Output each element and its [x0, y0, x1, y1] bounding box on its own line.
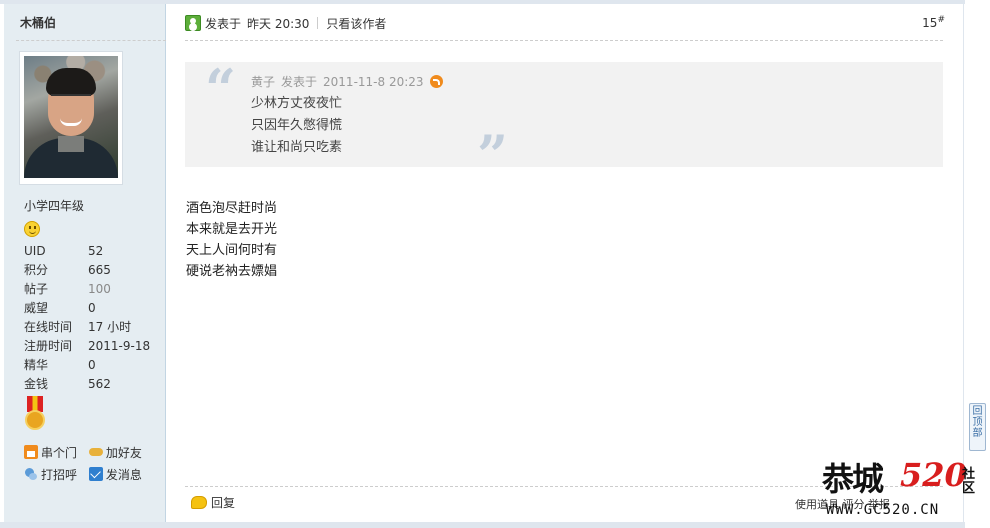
stat-row: 威望 0 — [24, 299, 150, 318]
stat-row: 在线时间 17 小时 — [24, 318, 150, 337]
action-label: 加好友 — [105, 445, 142, 460]
stat-value: 0 — [88, 301, 96, 315]
quote-meta: 黄子 发表于 2011-11-8 20:23 — [251, 73, 449, 90]
quote-block: “ 黄子 发表于 2011-11-8 20:23 少林方丈夜夜忙 只因年久憋得慌… — [185, 57, 943, 182]
watermark-number: 520 — [900, 456, 967, 494]
stat-label: 金钱 — [24, 377, 49, 391]
watermark-suffix: 社区 — [962, 467, 976, 496]
open-quote-icon: “ — [205, 57, 237, 121]
avatar[interactable] — [19, 51, 123, 185]
poke-icon — [24, 467, 38, 481]
bottom-border — [0, 522, 965, 528]
action-label: 发消息 — [105, 467, 142, 482]
post-header: 发表于 昨天 20:30 只看该作者 15# — [185, 13, 945, 33]
posts-count-link[interactable]: 100 — [88, 280, 111, 299]
quote-time: 2011-11-8 20:23 — [323, 74, 424, 89]
stat-value: 665 — [88, 263, 111, 277]
stat-value: 2011-9-18 — [88, 339, 151, 353]
watermark-text: 恭城 — [822, 460, 884, 498]
stat-row: 帖子 100 — [24, 280, 150, 299]
quote-line: 只因年久憋得慌 — [251, 118, 343, 133]
handshake-icon — [88, 445, 103, 459]
quote-posted-label: 发表于 — [281, 75, 318, 89]
envelope-icon — [88, 467, 103, 481]
action-label: 串个门 — [41, 445, 78, 460]
stat-row: 金钱 562 — [24, 375, 150, 394]
user-actions: 串个门 加好友 打招呼 发消息 — [24, 442, 164, 486]
add-friend-link[interactable]: 加好友 — [88, 442, 142, 462]
avatar-image — [24, 56, 118, 178]
stat-value: 562 — [88, 377, 111, 391]
site-watermark-logo: 恭城 520 社区 WWW.GC520.CN — [822, 452, 987, 522]
stat-row: 注册时间 2011-9-18 — [24, 337, 150, 356]
post-time: 昨天 20:30 — [247, 16, 310, 31]
send-message-link[interactable]: 发消息 — [88, 464, 142, 484]
post-line: 酒色泡尽赶时尚 — [186, 201, 278, 216]
jump-to-post-icon[interactable] — [429, 75, 443, 88]
quote-line: 谁让和尚只吃素 — [251, 140, 343, 155]
reply-button[interactable]: 回复 — [191, 494, 235, 511]
quote-line: 少林方丈夜夜忙 — [251, 96, 343, 111]
quote-text: 少林方丈夜夜忙 只因年久憋得慌 谁让和尚只吃素 — [251, 93, 342, 159]
stat-row: UID 52 — [24, 242, 150, 261]
view-author-only-link[interactable]: 只看该作者 — [326, 15, 386, 32]
reply-label: 回复 — [211, 496, 236, 510]
divider — [16, 40, 166, 41]
floor-number[interactable]: 15# — [922, 15, 945, 30]
posted-label: 发表于 — [205, 16, 242, 31]
right-border — [963, 0, 964, 528]
stat-row: 精华 0 — [24, 356, 150, 375]
stat-label: 注册时间 — [24, 339, 73, 353]
watermark-url: WWW.GC520.CN — [826, 502, 940, 518]
separator — [317, 17, 319, 29]
user-stats: UID 52 积分 665 帖子 100 威望 0 在线时间 17 小时 注册时间 2011… — [24, 242, 150, 394]
stat-value: 52 — [88, 244, 104, 258]
stat-label: 精华 — [24, 358, 49, 372]
post-body: 酒色泡尽赶时尚 本来就是去开光 天上人间何时有 硬说老衲去嫖娼 — [186, 198, 277, 282]
online-status-icon — [185, 15, 201, 31]
floor-mark: # — [937, 15, 945, 25]
back-to-top-label: 回顶部 — [972, 406, 983, 439]
action-label: 打招呼 — [41, 467, 78, 482]
post-line: 硬说老衲去嫖娼 — [186, 264, 278, 279]
stat-label: UID — [24, 244, 46, 258]
stat-row: 积分 665 — [24, 261, 150, 280]
reply-icon — [191, 496, 207, 509]
visit-home-link[interactable]: 串个门 — [24, 442, 77, 462]
user-rank[interactable]: 小学四年级 — [24, 197, 84, 214]
stat-value: 17 小时 — [88, 320, 132, 334]
stat-label: 积分 — [24, 263, 49, 277]
stat-value: 0 — [88, 358, 96, 372]
post-line: 天上人间何时有 — [186, 243, 278, 258]
post-line: 本来就是去开光 — [186, 222, 278, 237]
stat-label: 威望 — [24, 301, 49, 315]
smiley-rank-icon — [24, 221, 40, 237]
divider — [185, 40, 943, 41]
greet-link[interactable]: 打招呼 — [24, 464, 77, 484]
close-quote-icon: ” — [477, 123, 509, 187]
user-sidebar: 木桶伯 小学四年级 UID 52 积分 665 帖子 100 威望 0 在线时间 17 小… — [4, 4, 166, 524]
back-to-top-button[interactable]: 回顶部 — [969, 403, 986, 451]
quote-author: 黄子 — [251, 75, 276, 89]
floor-value: 15 — [922, 16, 938, 30]
stat-label: 在线时间 — [24, 320, 73, 334]
medal-icon[interactable] — [24, 396, 46, 432]
username[interactable]: 木桶伯 — [20, 14, 56, 31]
forum-post-page: 木桶伯 小学四年级 UID 52 积分 665 帖子 100 威望 0 在线时间 17 小… — [0, 0, 990, 528]
home-icon — [24, 445, 38, 459]
stat-label: 帖子 — [24, 282, 49, 296]
